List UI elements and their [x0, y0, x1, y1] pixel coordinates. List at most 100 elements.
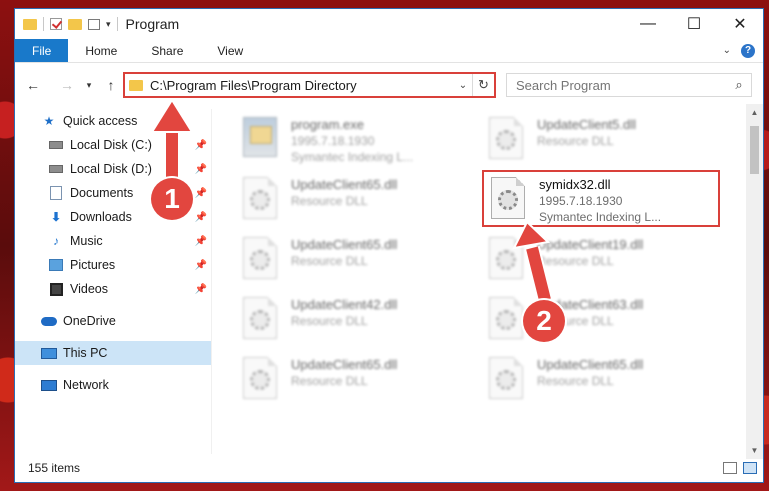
address-bar[interactable]: C:\Program Files\Program Directory ⌄ ↻ [123, 72, 496, 98]
videos-icon [48, 282, 64, 296]
dll-file-icon [239, 357, 281, 403]
forward-icon[interactable]: → [57, 77, 77, 93]
new-folder-icon[interactable] [68, 18, 82, 30]
pin-icon[interactable]: 📌 [195, 188, 207, 199]
nav-label: Music [70, 234, 103, 248]
network-icon [41, 378, 57, 392]
nav-item-local-disk-d[interactable]: Local Disk (D:) 📌 [15, 157, 211, 181]
separator [43, 17, 44, 31]
address-path[interactable]: C:\Program Files\Program Directory [150, 78, 454, 93]
chevron-down-icon[interactable]: ⌄ [454, 80, 472, 91]
file-item[interactable]: UpdateClient65.dll Resource DLL [239, 357, 469, 413]
nav-label: Local Disk (D:) [70, 162, 152, 176]
search-input[interactable] [516, 77, 727, 93]
file-item[interactable]: UpdateClient5.dll Resource DLL [485, 117, 715, 173]
file-explorer-window: ▾ Program — ☐ ✕ File Home Share View ⌄ ?… [14, 8, 764, 483]
nav-label: Videos [70, 282, 108, 296]
dll-file-icon [239, 237, 281, 283]
pin-icon[interactable]: 📌 [195, 212, 207, 223]
nav-item-pictures[interactable]: Pictures 📌 [15, 253, 211, 277]
file-item[interactable]: program.exe 1995.7.18.1930 Symantec Inde… [239, 117, 469, 173]
vertical-scrollbar[interactable]: ▲ ▼ [746, 104, 763, 459]
file-type: Resource DLL [291, 194, 368, 208]
tab-share[interactable]: Share [134, 39, 200, 62]
file-item[interactable]: UpdateClient63.dll Resource DLL [485, 297, 715, 353]
pin-icon[interactable]: 📌 [195, 260, 207, 271]
file-type: Resource DLL [291, 254, 368, 268]
nav-network[interactable]: Network [15, 373, 211, 397]
dll-file-icon [487, 177, 529, 223]
dll-file-icon [485, 237, 527, 283]
back-icon[interactable]: ← [23, 77, 43, 93]
separator [116, 17, 118, 31]
file-name: UpdateClient19.dll [537, 237, 644, 252]
tab-file[interactable]: File [15, 39, 69, 62]
dll-file-icon [239, 177, 281, 223]
nav-label: Network [63, 378, 109, 392]
file-name: program.exe [291, 117, 364, 132]
quick-access-toolbar: ▾ [23, 17, 118, 31]
step-2-badge: 2 [523, 300, 565, 342]
tab-home[interactable]: Home [68, 39, 134, 62]
large-icons-view-icon[interactable] [743, 462, 757, 474]
star-icon: ★ [43, 114, 55, 128]
navigation-pane: ★ Quick access Local Disk (C:) 📌 Local D… [15, 109, 211, 454]
file-type: Resource DLL [537, 254, 614, 268]
file-list: program.exe 1995.7.18.1930 Symantec Inde… [215, 104, 745, 454]
up-icon[interactable]: ↑ [101, 77, 121, 93]
minimize-button[interactable]: — [625, 9, 671, 39]
search-icon[interactable]: ⌕ [727, 77, 751, 93]
file-item[interactable]: UpdateClient19.dll Resource DLL [485, 237, 715, 293]
downloads-icon: ⬇ [50, 210, 62, 224]
nav-label: Documents [70, 186, 134, 200]
step-1-badge: 1 [151, 178, 193, 220]
pane-divider[interactable] [211, 109, 212, 454]
chevron-down-icon[interactable]: ▾ [106, 19, 111, 30]
nav-this-pc[interactable]: This PC [15, 341, 211, 365]
disk-icon [48, 138, 64, 152]
scroll-up-icon[interactable]: ▲ [746, 104, 763, 121]
file-type: Resource DLL [291, 374, 368, 388]
file-type: Resource DLL [537, 134, 614, 148]
file-type: Resource DLL [537, 374, 614, 388]
pin-icon[interactable]: 📌 [195, 284, 207, 295]
file-name: UpdateClient5.dll [537, 117, 637, 132]
item-count: 155 items [28, 461, 81, 475]
help-icon[interactable]: ? [741, 43, 755, 58]
recent-locations-icon[interactable]: ▾ [79, 80, 99, 91]
file-item[interactable]: UpdateClient65.dll Resource DLL [239, 177, 469, 233]
tab-view[interactable]: View [200, 39, 260, 62]
search-box[interactable]: ⌕ [506, 73, 752, 97]
nav-onedrive[interactable]: OneDrive [15, 309, 211, 333]
scroll-thumb[interactable] [750, 126, 759, 174]
close-button[interactable]: ✕ [717, 9, 763, 39]
file-item[interactable]: UpdateClient65.dll Resource DLL [485, 357, 715, 413]
nav-item-music[interactable]: ♪ Music 📌 [15, 229, 211, 253]
nav-item-local-disk-c[interactable]: Local Disk (C:) 📌 [15, 133, 211, 157]
nav-quick-access[interactable]: ★ Quick access [15, 109, 211, 133]
folder-icon [23, 18, 37, 30]
customize-icon[interactable] [88, 18, 100, 30]
onedrive-icon [41, 314, 57, 328]
file-description: Symantec Indexing L... [539, 210, 662, 224]
file-description: Symantec Indexing L... [291, 150, 414, 164]
pin-icon[interactable]: 📌 [195, 164, 207, 175]
dll-file-icon [485, 357, 527, 403]
file-name: UpdateClient65.dll [537, 357, 644, 372]
properties-check-icon[interactable] [50, 18, 62, 30]
file-item[interactable]: UpdateClient65.dll Resource DLL [239, 237, 469, 293]
maximize-button[interactable]: ☐ [671, 9, 717, 39]
nav-label: Downloads [70, 210, 132, 224]
expand-ribbon-icon[interactable]: ⌄ [723, 45, 731, 56]
title-bar: ▾ Program — ☐ ✕ [15, 9, 763, 39]
nav-item-videos[interactable]: Videos 📌 [15, 277, 211, 301]
file-item[interactable]: UpdateClient42.dll Resource DLL [239, 297, 469, 353]
pin-icon[interactable]: 📌 [195, 236, 207, 247]
refresh-icon[interactable]: ↻ [472, 74, 494, 96]
pin-icon[interactable]: 📌 [195, 140, 207, 151]
file-item-selected[interactable]: symidx32.dll 1995.7.18.1930 Symantec Ind… [487, 177, 717, 233]
documents-icon [48, 186, 64, 200]
folder-icon [129, 79, 143, 91]
details-view-icon[interactable] [723, 462, 737, 474]
dll-file-icon [485, 117, 527, 163]
